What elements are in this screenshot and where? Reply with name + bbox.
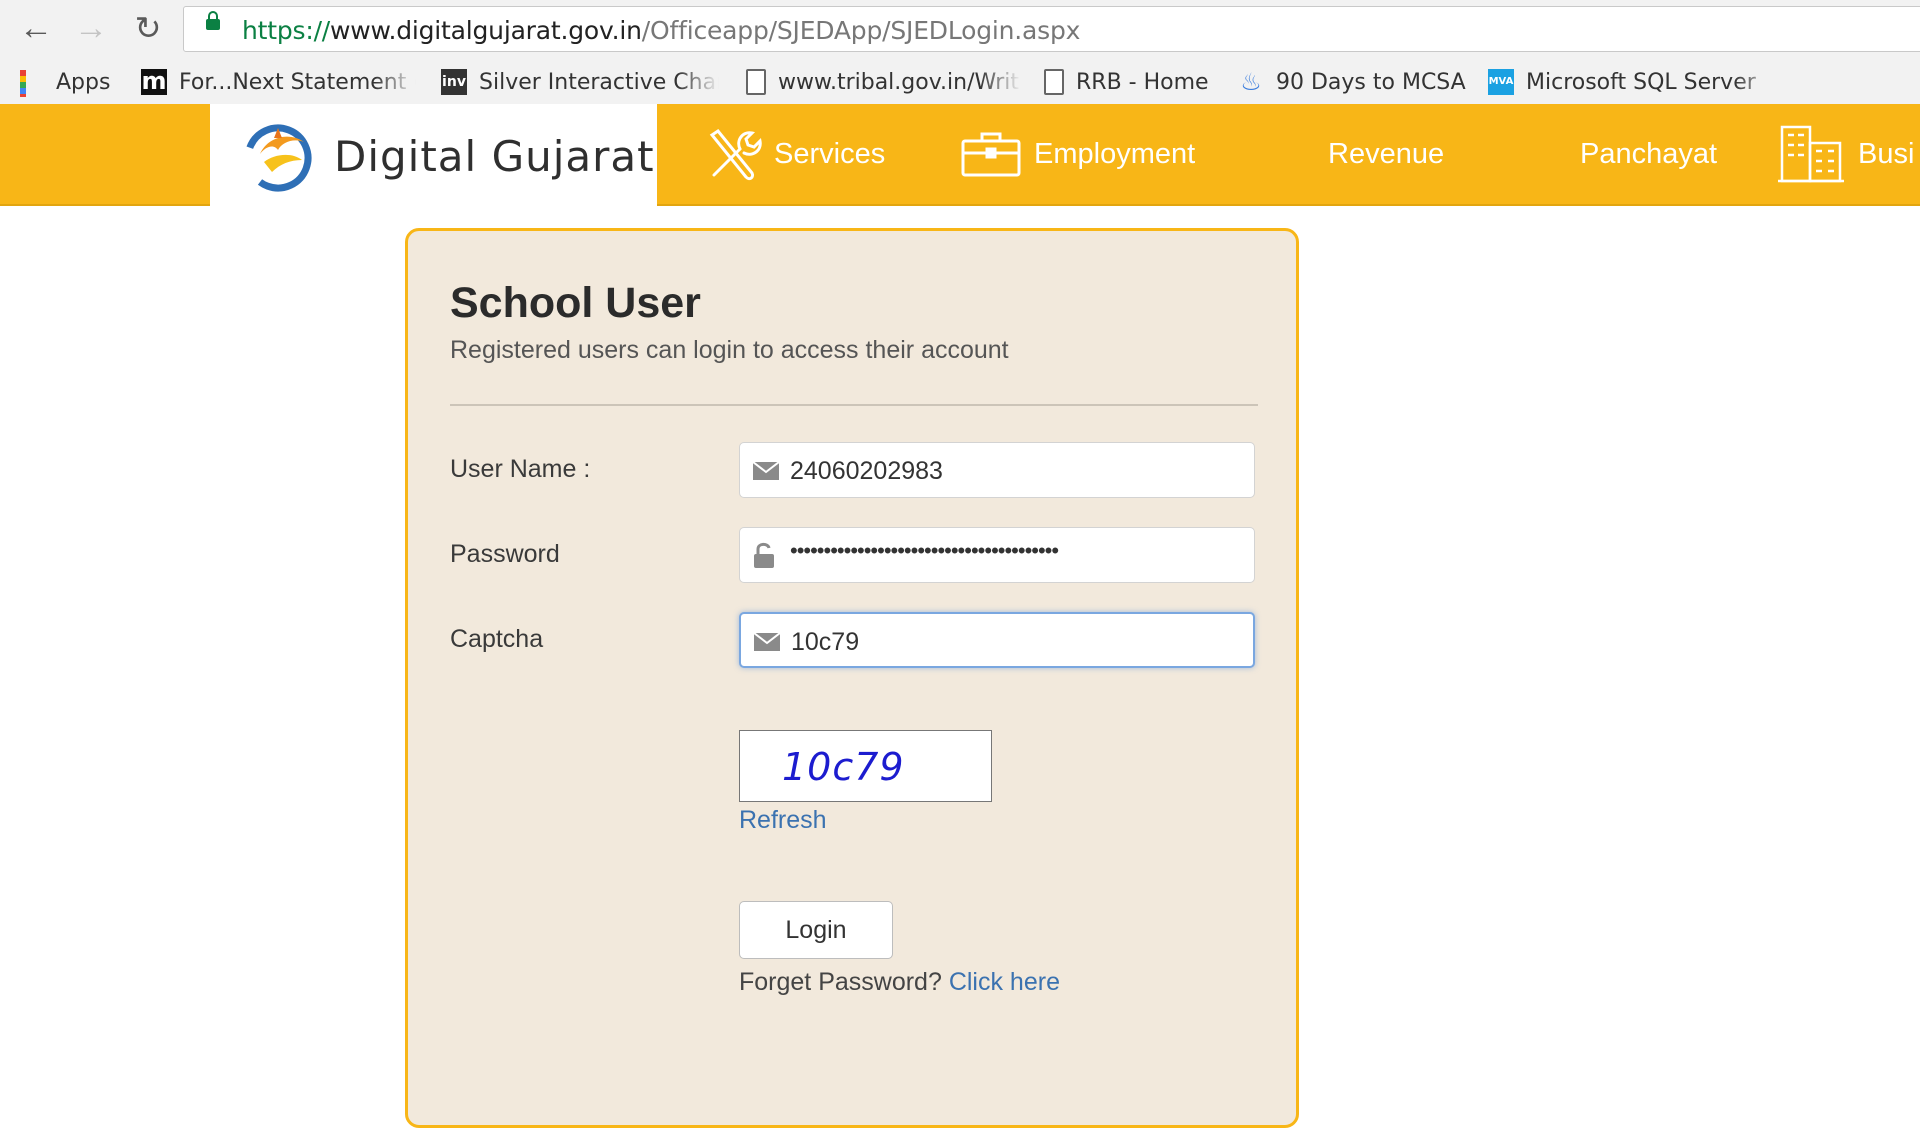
flame-icon: ♨ (1240, 68, 1262, 96)
password-label: Password (450, 540, 560, 568)
envelope-icon (754, 633, 780, 651)
back-arrow-icon[interactable]: ← (16, 8, 56, 48)
site-header: Digital Gujarat Services Employment Reve… (0, 104, 1920, 206)
captcha-image-text: 10c79 (782, 745, 905, 789)
nav-label: Revenue (1328, 137, 1445, 170)
nav-label: Busi (1858, 137, 1915, 170)
bookmark-label: For...Next Statement ( (179, 69, 416, 95)
m-logo-icon: m (141, 67, 167, 95)
url-text: https://www.digitalgujarat.gov.in/Office… (242, 16, 1081, 45)
envelope-icon (753, 462, 779, 480)
reload-icon[interactable]: ↻ (128, 8, 168, 48)
brand-name: Digital Gujarat (334, 132, 655, 181)
bookmark-rrb-home[interactable]: RRB - Home (1044, 67, 1209, 97)
address-bar[interactable]: https://www.digitalgujarat.gov.in/Office… (183, 6, 1920, 52)
bookmark-label: Microsoft SQL Server (1526, 69, 1756, 95)
refresh-captcha-link[interactable]: Refresh (739, 806, 827, 835)
nav-label: Panchayat (1580, 137, 1718, 170)
browser-toolbar: ← → ↻ https://www.digitalgujarat.gov.in/… (0, 0, 1920, 60)
bookmark-sql-server[interactable]: MVA Microsoft SQL Server (1488, 67, 1778, 97)
page-icon (1044, 69, 1064, 95)
login-subtitle: Registered users can login to access the… (450, 336, 1009, 364)
bookmark-apps[interactable]: Apps (20, 67, 110, 97)
captcha-label: Captcha (450, 625, 544, 653)
nav-panchayat[interactable]: Panchayat (1580, 104, 1717, 204)
apps-grid-icon (20, 70, 44, 97)
login-button[interactable]: Login (739, 901, 893, 959)
username-field[interactable]: 24060202983 (739, 442, 1255, 498)
bookmark-label: www.tribal.gov.in/Writ (778, 69, 1020, 95)
unlock-icon (754, 542, 774, 568)
brand-logo[interactable]: Digital Gujarat (210, 104, 657, 206)
captcha-field[interactable]: 10c79 (739, 612, 1255, 668)
captcha-image: 10c79 (739, 730, 992, 802)
forget-password-text: Forget Password? (739, 968, 942, 996)
digital-gujarat-logo-icon (244, 124, 312, 192)
bookmark-label: Apps (56, 69, 111, 95)
inv-logo-icon: inv (441, 69, 467, 95)
bookmark-silver-interactive[interactable]: inv Silver Interactive Char (441, 67, 719, 97)
bookmark-tribal[interactable]: www.tribal.gov.in/Writ (746, 67, 1021, 97)
nav-label: Employment (1034, 137, 1196, 170)
forget-password-row: Forget Password? Click here (739, 968, 1060, 997)
bookmark-label: RRB - Home (1076, 69, 1209, 95)
bookmark-fornext[interactable]: m For...Next Statement ( (141, 67, 416, 97)
lock-icon (206, 11, 220, 30)
bookmark-mcsa[interactable]: ♨ 90 Days to MCSA (1238, 67, 1466, 97)
captcha-value: 10c79 (791, 628, 860, 656)
click-here-link[interactable]: Click here (949, 968, 1060, 996)
login-title: School User (450, 279, 701, 327)
nav-services[interactable]: Services (704, 104, 885, 204)
nav-revenue[interactable]: Revenue (1328, 104, 1444, 204)
bookmark-label: Silver Interactive Char (479, 69, 719, 95)
password-field[interactable]: •••••••••••••••••••••••••••••••••••••••• (739, 527, 1255, 583)
username-label: User Name : (450, 455, 591, 483)
briefcase-icon (961, 132, 1021, 177)
password-value: •••••••••••••••••••••••••••••••••••••••• (790, 538, 1059, 563)
nav-employment[interactable]: Employment (960, 104, 1195, 204)
page-icon (746, 69, 766, 95)
login-card: School User Registered users can login t… (405, 228, 1299, 1128)
bookmarks-bar: Apps m For...Next Statement ( inv Silver… (0, 60, 1920, 105)
nav-business[interactable]: Busi (1776, 104, 1914, 204)
nav-label: Services (774, 137, 886, 170)
username-value: 24060202983 (790, 457, 943, 485)
mva-icon: MVA (1488, 69, 1514, 95)
bookmark-label: 90 Days to MCSA (1276, 69, 1466, 95)
divider (450, 404, 1258, 406)
tools-icon (709, 128, 762, 181)
buildings-icon (1778, 125, 1844, 183)
forward-arrow-icon[interactable]: → (71, 8, 111, 48)
